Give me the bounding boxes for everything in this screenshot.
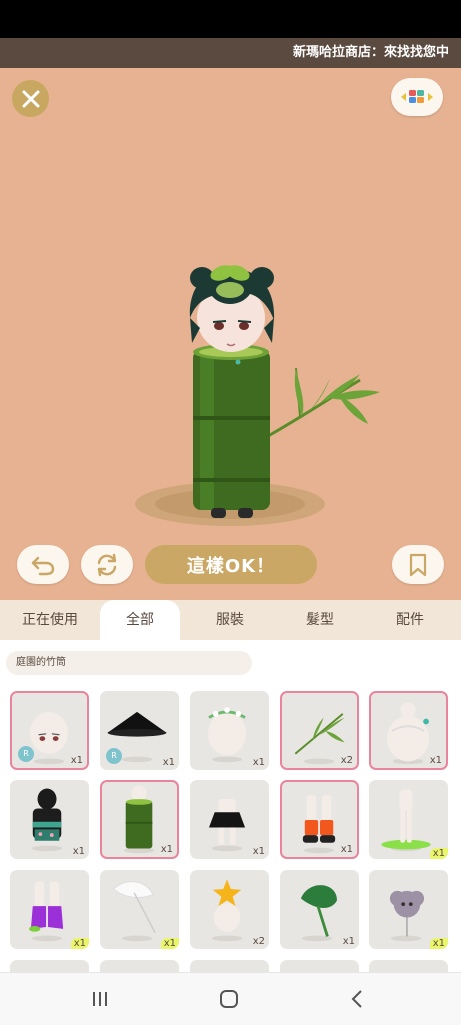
item-quantity: x1 (340, 844, 353, 855)
green-leaf-icon (300, 885, 337, 942)
category-tabs: 正在使用 全部 服裝 髮型 配件 (0, 600, 461, 641)
item-quantity: x1 (429, 755, 442, 766)
randomize-button[interactable] (81, 545, 133, 584)
item-slot[interactable]: x2 (190, 870, 269, 949)
gray-flower-icon (389, 890, 425, 942)
system-nav-bar (0, 972, 461, 1025)
item-slot[interactable] (280, 960, 359, 972)
item-quantity: x2 (340, 755, 353, 766)
announcement-marquee: 新瑪哈拉商店：來找找您中 (0, 38, 461, 68)
item-quantity: x1 (252, 846, 265, 857)
item-slot[interactable]: x1 (190, 780, 269, 859)
purple-boots-icon (28, 881, 64, 942)
black-kimono-icon (31, 788, 63, 852)
item-slot[interactable]: x1 (369, 691, 448, 770)
home-icon (220, 990, 238, 1008)
tab-clothing[interactable]: 服裝 (190, 600, 270, 640)
item-slot[interactable]: x2 (280, 691, 359, 770)
black-skirt-icon (208, 798, 246, 852)
tab-all[interactable]: 全部 (100, 600, 180, 641)
refresh-icon (97, 553, 117, 576)
marquee-text: 新瑪哈拉商店：來找找您中 (293, 45, 450, 60)
recent-apps-icon (93, 992, 107, 1006)
save-outfit-button[interactable] (392, 545, 444, 584)
item-panel: 庭園的竹筒 Rx1 Rx1 x1 x2 x1 x1 x1 x1 x1 x1 x1 x1 x2 x1 x1 (0, 640, 461, 972)
item-slot[interactable] (369, 960, 448, 972)
item-quantity: x2 (252, 936, 265, 947)
item-quantity: x1 (162, 757, 175, 768)
bookmark-icon (409, 553, 427, 576)
item-quantity: x1 (160, 844, 173, 855)
item-slot[interactable]: x1 (280, 870, 359, 949)
item-quantity: x1 (429, 848, 448, 859)
selected-item-name: 庭園的竹筒 (6, 651, 252, 675)
item-quantity: x1 (70, 938, 89, 949)
back-icon (351, 990, 362, 1008)
item-slot[interactable]: x1 (10, 870, 89, 949)
item-slot[interactable]: x1 (10, 780, 89, 859)
item-quantity: x1 (342, 936, 355, 947)
item-quantity: x1 (70, 755, 83, 766)
item-quantity: x1 (72, 846, 85, 857)
white-leaf-umbrella-icon (112, 881, 156, 942)
item-slot[interactable]: x1 (369, 780, 448, 859)
confirm-button[interactable]: 這樣OK！ (145, 545, 317, 584)
item-slot[interactable] (100, 960, 179, 972)
avatar-stage: 這樣OK！ (0, 68, 461, 600)
item-slot[interactable]: x1 (100, 780, 179, 859)
white-body-puddle-icon (381, 789, 431, 852)
item-slot[interactable]: x1 (190, 691, 269, 770)
rarity-badge: R (106, 748, 122, 764)
flower-wreath-head-icon (208, 707, 247, 763)
item-quantity: x1 (160, 938, 179, 949)
item-slot[interactable]: Rx1 (100, 691, 179, 770)
back-button[interactable] (342, 985, 372, 1013)
item-slot[interactable]: x1 (100, 870, 179, 949)
item-slot[interactable] (190, 960, 269, 972)
recent-apps-button[interactable] (85, 985, 115, 1013)
undo-icon (31, 556, 55, 575)
home-button[interactable] (214, 985, 244, 1013)
star-flower-head-icon (211, 879, 243, 942)
tab-in-use[interactable]: 正在使用 (10, 600, 90, 640)
item-slot[interactable]: x1 (369, 870, 448, 949)
avatar-character (135, 265, 380, 526)
undo-button[interactable] (17, 545, 69, 584)
item-slot[interactable]: Rx1 (10, 691, 89, 770)
item-slot[interactable] (10, 960, 89, 972)
item-quantity: x1 (252, 757, 265, 768)
rarity-badge: R (18, 746, 34, 762)
status-bar (0, 0, 461, 38)
tab-hairstyle[interactable]: 髮型 (280, 600, 360, 640)
item-slot[interactable]: x1 (280, 780, 359, 859)
item-quantity: x1 (429, 938, 448, 949)
tab-accessories[interactable]: 配件 (370, 600, 450, 640)
